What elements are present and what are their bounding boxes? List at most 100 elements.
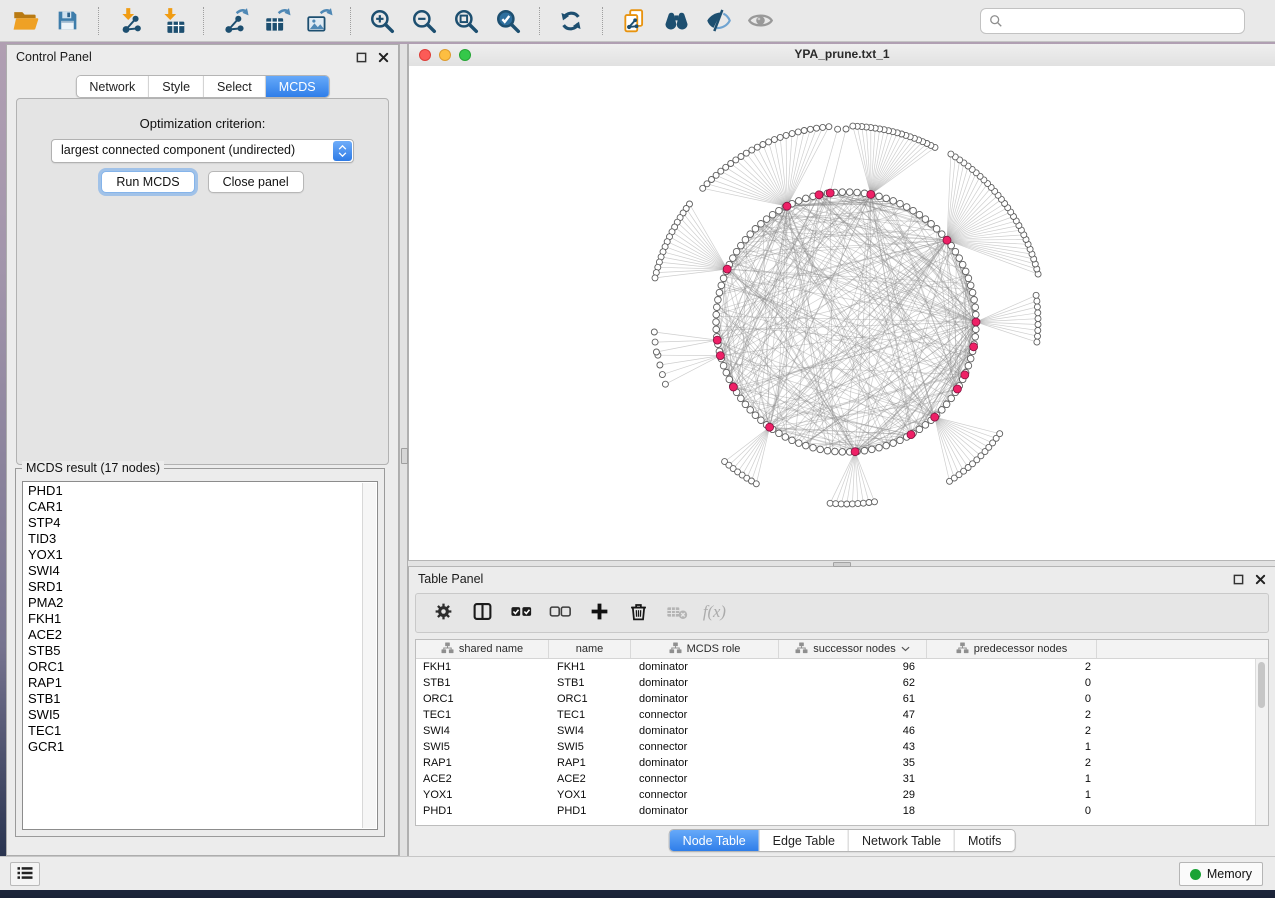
mcds-result-item[interactable]: CAR1 [28,499,363,515]
optimization-criterion-select[interactable]: largest connected component (undirected) [51,139,354,163]
memory-button[interactable]: Memory [1179,862,1263,886]
table-row[interactable]: RAP1RAP1dominator352 [416,755,1268,771]
close-panel-button[interactable]: Close panel [208,171,304,193]
status-bar: Memory [0,856,1275,890]
table-row[interactable]: ORC1ORC1dominator610 [416,691,1268,707]
vertical-splitter[interactable] [399,44,408,856]
column-header-shared-name[interactable]: shared name [416,640,549,658]
table-cell-filler [1097,659,1268,675]
mcds-result-item[interactable]: GCR1 [28,739,363,755]
table-toolbar-button-show-all-columns[interactable] [506,598,536,628]
table-row[interactable]: SWI4SWI4dominator462 [416,723,1268,739]
tab-node-table[interactable]: Node Table [670,830,759,851]
toolbar-separator [98,7,99,35]
toolbar-button-find-binoculars[interactable] [659,4,693,38]
horizontal-splitter[interactable] [408,560,1275,567]
table-row[interactable]: PHD1PHD1dominator180 [416,803,1268,819]
tab-select[interactable]: Select [203,76,265,97]
table-toolbar-button-delete-rows[interactable] [623,598,653,628]
mcds-result-item[interactable]: ACE2 [28,627,363,643]
tab-network-table[interactable]: Network Table [848,830,954,851]
column-header-name[interactable]: name [549,640,631,658]
column-header-predecessor-nodes[interactable]: predecessor nodes [927,640,1097,658]
table-cell: SWI5 [416,739,549,755]
table-row[interactable]: TEC1TEC1connector472 [416,707,1268,723]
toolbar-button-zoom-out[interactable] [407,4,441,38]
toolbar-button-export-table[interactable] [260,4,294,38]
mcds-tab-page: Optimization criterion: largest connecte… [16,98,389,465]
table-row[interactable]: YOX1YOX1connector291 [416,787,1268,803]
mcds-result-item[interactable]: PMA2 [28,595,363,611]
export-network-icon [222,7,249,34]
mcds-result-item[interactable]: STB5 [28,643,363,659]
toolbar-button-zoom-fit[interactable] [449,4,483,38]
table-cell: connector [631,739,779,755]
mcds-result-item[interactable]: SWI4 [28,563,363,579]
table-scrollbar[interactable] [1255,659,1268,825]
toolbar-button-refresh-view[interactable] [554,4,588,38]
table-toolbar-button-select-columns[interactable] [467,598,497,628]
mcds-result-scrollbar[interactable] [362,483,376,828]
toolbar-button-export-image[interactable] [302,4,336,38]
mcds-result-item[interactable]: FKH1 [28,611,363,627]
mcds-result-item[interactable]: SRD1 [28,579,363,595]
search-input[interactable] [1003,11,1244,31]
table-panel-float-button[interactable] [1232,573,1245,586]
main-toolbar [0,0,1275,42]
control-panel-tabs: NetworkStyleSelectMCDS [75,75,329,98]
toolbar-button-export-network[interactable] [218,4,252,38]
table-row[interactable]: FKH1FKH1dominator962 [416,659,1268,675]
mcds-result-item[interactable]: ORC1 [28,659,363,675]
toolbar-separator [203,7,204,35]
toolbar-button-zoom-in[interactable] [365,4,399,38]
network-canvas[interactable] [409,66,1275,560]
column-header-successor-nodes[interactable]: successor nodes [779,640,927,658]
mcds-result-item[interactable]: TID3 [28,531,363,547]
zoom-out-icon [411,8,437,34]
tab-mcds[interactable]: MCDS [265,76,329,97]
tab-network[interactable]: Network [76,76,148,97]
mcds-result-item[interactable]: SWI5 [28,707,363,723]
tab-style[interactable]: Style [148,76,203,97]
table-row[interactable]: ACE2ACE2connector311 [416,771,1268,787]
table-row[interactable]: STB1STB1dominator620 [416,675,1268,691]
mcds-result-item[interactable]: PHD1 [28,483,363,499]
mcds-result-item[interactable]: STB1 [28,691,363,707]
table-cell: RAP1 [549,755,631,771]
toolbar-button-hide-graphics-details[interactable] [701,4,735,38]
mcds-result-item[interactable]: TEC1 [28,723,363,739]
status-list-button[interactable] [10,862,40,886]
tab-motifs[interactable]: Motifs [954,830,1014,851]
control-panel-close-button[interactable] [377,51,390,64]
control-panel-float-button[interactable] [355,51,368,64]
column-header-label: name [576,643,604,655]
column-header-mcds-role[interactable]: MCDS role [631,640,779,658]
mcds-result-item[interactable]: RAP1 [28,675,363,691]
run-mcds-button[interactable]: Run MCDS [101,171,194,193]
table-scrollbar-thumb[interactable] [1258,662,1265,708]
network-window: YPA_prune.txt_1 [408,44,1275,560]
toolbar-button-open-file[interactable] [8,4,42,38]
vertical-splitter-handle[interactable] [401,448,408,464]
table-row[interactable]: SWI5SWI5connector431 [416,739,1268,755]
table-toolbar-button-hide-all-columns[interactable] [545,598,575,628]
optimization-criterion-label: Optimization criterion: [17,116,388,131]
toolbar-separator [602,7,603,35]
table-cell: 46 [779,723,927,739]
sort-desc-icon [901,643,910,655]
tab-edge-table[interactable]: Edge Table [759,830,848,851]
toolbar-button-zoom-selected[interactable] [491,4,525,38]
toolbar-button-import-table[interactable] [155,4,189,38]
table-cell: dominator [631,803,779,819]
table-toolbar-button-add-row[interactable] [584,598,614,628]
table-cell-filler [1097,787,1268,803]
toolbar-button-save-session[interactable] [50,4,84,38]
mcds-result-item[interactable]: STP4 [28,515,363,531]
table-panel-close-button[interactable] [1254,573,1267,586]
table-toolbar-button-attribute-settings[interactable] [428,598,458,628]
mcds-result-item[interactable]: YOX1 [28,547,363,563]
toolbar-button-clone-network[interactable] [617,4,651,38]
toolbar-button-import-network[interactable] [113,4,147,38]
table-cell: 18 [779,803,927,819]
open-file-icon [12,7,39,34]
